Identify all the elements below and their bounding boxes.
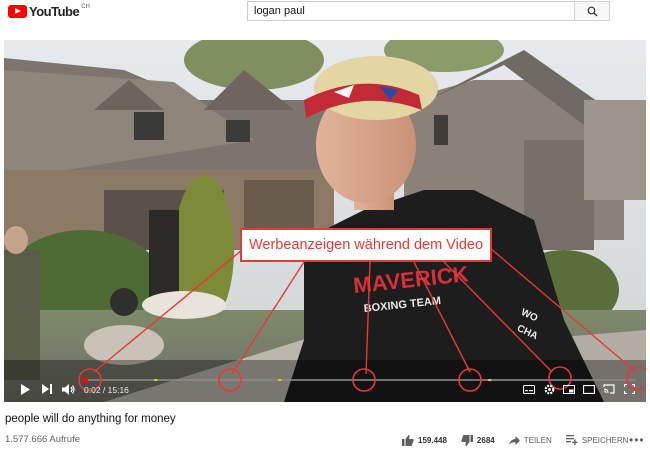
theater-icon bbox=[583, 384, 595, 394]
cast-icon bbox=[603, 384, 615, 394]
thumbs-down-icon bbox=[461, 434, 473, 446]
current-time: 0:02 bbox=[84, 385, 101, 395]
play-button[interactable] bbox=[18, 382, 32, 396]
logo-text: YouTube bbox=[29, 4, 80, 19]
time-separator: / bbox=[100, 385, 108, 395]
share-button[interactable]: TEILEN bbox=[508, 435, 552, 445]
video-actions: 159.448 2684 TEILEN SPEICHERN bbox=[402, 431, 642, 449]
volume-button[interactable] bbox=[60, 382, 76, 396]
video-player[interactable]: MAVERICK BOXING TEAM WO CHA Werbeanzeige… bbox=[4, 40, 646, 402]
subtitles-icon bbox=[523, 384, 535, 394]
playlist-add-icon bbox=[565, 435, 578, 445]
cast-button[interactable] bbox=[602, 383, 616, 395]
time-display: 0:02 / 15:16 bbox=[84, 385, 129, 395]
dislike-count: 2684 bbox=[476, 435, 495, 445]
like-count: 159.448 bbox=[418, 435, 447, 445]
subtitles-button[interactable] bbox=[522, 383, 536, 395]
search-box bbox=[247, 1, 610, 21]
search-input[interactable] bbox=[247, 1, 574, 21]
miniplayer-button[interactable] bbox=[562, 383, 576, 395]
next-icon bbox=[42, 384, 52, 394]
fullscreen-icon bbox=[623, 384, 635, 394]
masthead: YouTube CH bbox=[0, 0, 650, 26]
play-icon bbox=[21, 383, 30, 395]
thumbs-up-icon bbox=[402, 434, 414, 446]
more-actions-button[interactable]: ••• bbox=[629, 433, 645, 447]
youtube-logo[interactable]: YouTube CH bbox=[8, 4, 90, 19]
video-frame: MAVERICK BOXING TEAM WO CHA bbox=[4, 40, 646, 402]
logo-region: CH bbox=[81, 4, 90, 10]
next-button[interactable] bbox=[40, 382, 54, 396]
volume-icon bbox=[61, 383, 75, 395]
save-label: SPEICHERN bbox=[581, 435, 629, 445]
gear-icon bbox=[544, 384, 554, 394]
player-controls: 0:02 / 15:16 bbox=[4, 372, 646, 402]
save-button[interactable]: SPEICHERN bbox=[565, 435, 629, 445]
duration: 15:16 bbox=[107, 385, 129, 395]
view-count: 1.577.666 Aufrufe bbox=[5, 434, 81, 445]
theater-button[interactable] bbox=[582, 383, 596, 395]
like-button[interactable]: 159.448 bbox=[402, 434, 447, 446]
youtube-play-icon bbox=[8, 5, 27, 18]
search-icon bbox=[587, 6, 597, 16]
settings-button[interactable] bbox=[542, 382, 556, 396]
share-arrow-icon bbox=[508, 435, 520, 445]
fullscreen-button[interactable] bbox=[622, 383, 636, 395]
share-label: TEILEN bbox=[523, 435, 552, 445]
ad-annotation-label: Werbeanzeigen während dem Video bbox=[240, 228, 492, 262]
dislike-button[interactable]: 2684 bbox=[461, 434, 495, 446]
video-title: people will do anything for money bbox=[5, 413, 176, 425]
search-button[interactable] bbox=[574, 1, 610, 21]
miniplayer-icon bbox=[563, 384, 575, 394]
